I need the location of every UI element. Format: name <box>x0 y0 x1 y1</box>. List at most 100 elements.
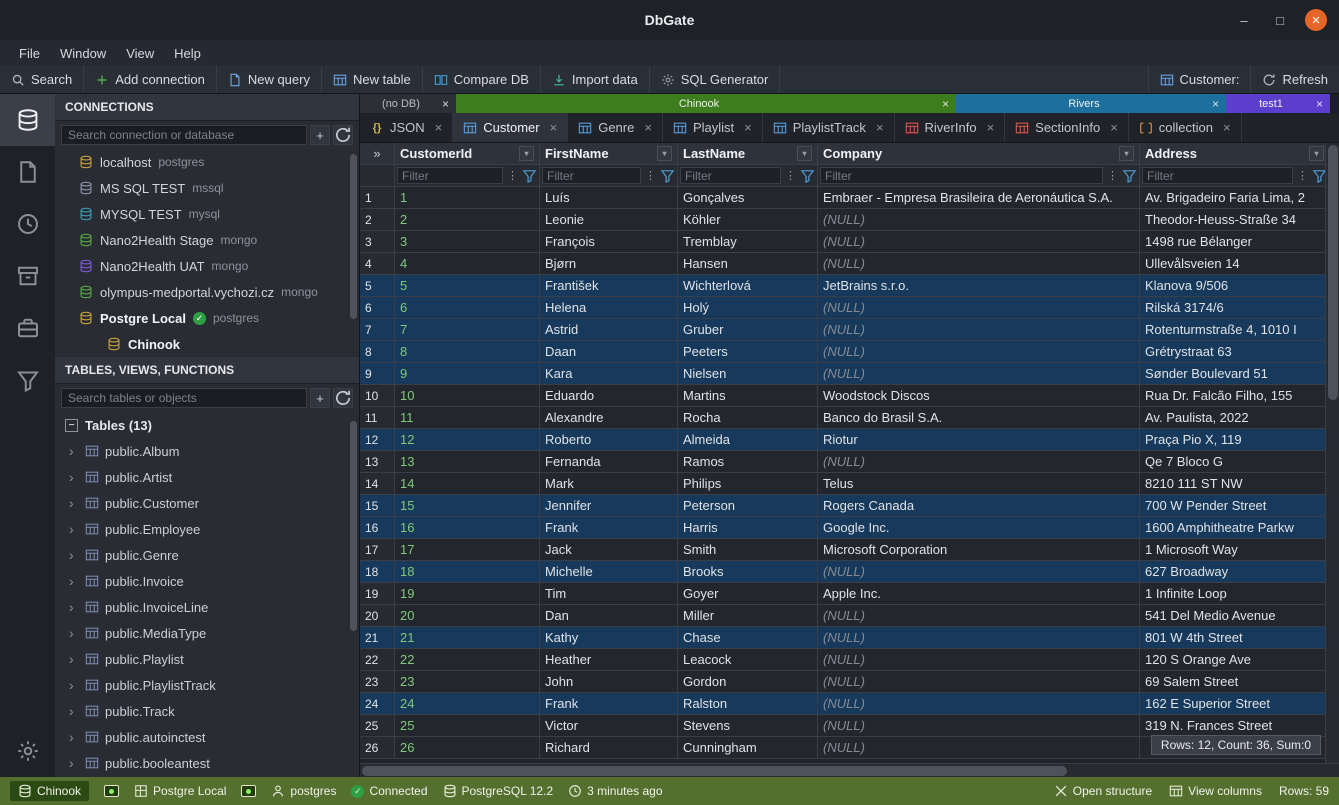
table-row[interactable]: 1515JenniferPetersonRogers Canada700 W P… <box>360 495 1325 517</box>
menu-file[interactable]: File <box>10 43 49 64</box>
cell-customerid[interactable]: 7 <box>395 319 540 341</box>
cell-address[interactable]: Klanova 9/506 <box>1140 275 1325 297</box>
table-item-public-employee[interactable]: ›public.Employee <box>55 516 359 542</box>
maximize-button[interactable]: □ <box>1269 9 1291 31</box>
cell-customerid[interactable]: 21 <box>395 627 540 649</box>
cell-lastname[interactable]: Peeters <box>678 341 818 363</box>
filter-input-address[interactable] <box>1142 167 1293 184</box>
cell-lastname[interactable]: Stevens <box>678 715 818 737</box>
sql-generator-button[interactable]: SQL Generator <box>650 66 781 93</box>
tab-riverinfo[interactable]: RiverInfo× <box>895 113 1006 142</box>
filter-input-customerid[interactable] <box>397 167 503 184</box>
add-object-plus-icon[interactable]: + <box>310 388 330 408</box>
status-monitor-icon[interactable] <box>104 785 119 797</box>
cell-lastname[interactable]: Holý <box>678 297 818 319</box>
table-item-public-booleantest[interactable]: ›public.booleantest <box>55 750 359 776</box>
funnel-icon[interactable] <box>1122 168 1137 183</box>
close-icon[interactable]: × <box>744 120 752 135</box>
cell-firstname[interactable]: Roberto <box>540 429 678 451</box>
plugins-nav-icon[interactable] <box>0 302 55 354</box>
connection-item-olympus-medportal-vychozi-cz[interactable]: olympus-medportal.vychozi.czmongo <box>55 279 359 305</box>
table-row[interactable]: 1010EduardoMartinsWoodstock DiscosRua Dr… <box>360 385 1325 407</box>
customer-button[interactable]: Customer: <box>1148 66 1251 93</box>
refresh-connections-icon[interactable] <box>333 125 353 145</box>
cell-company[interactable]: JetBrains s.r.o. <box>818 275 1140 297</box>
cell-address[interactable]: Grétrystraat 63 <box>1140 341 1325 363</box>
cell-address[interactable]: Rotenturmstraße 4, 1010 I <box>1140 319 1325 341</box>
add-connection-button[interactable]: Add connection <box>84 66 217 93</box>
cell-customerid[interactable]: 8 <box>395 341 540 363</box>
cell-company[interactable]: (NULL) <box>818 297 1140 319</box>
cell-firstname[interactable]: Bjørn <box>540 253 678 275</box>
table-row[interactable]: 88DaanPeeters(NULL)Grétrystraat 63 <box>360 341 1325 363</box>
cell-lastname[interactable]: Martins <box>678 385 818 407</box>
grid-horizontal-scrollbar[interactable] <box>360 763 1339 777</box>
connections-search-input[interactable] <box>61 125 307 145</box>
table-item-public-autoinctest[interactable]: ›public.autoinctest <box>55 724 359 750</box>
refresh-tables-icon[interactable] <box>333 388 353 408</box>
table-row[interactable]: 2424FrankRalston(NULL)162 E Superior Str… <box>360 693 1325 715</box>
cell-company[interactable]: (NULL) <box>818 451 1140 473</box>
cell-lastname[interactable]: Nielsen <box>678 363 818 385</box>
cell-lastname[interactable]: Tremblay <box>678 231 818 253</box>
kebab-icon[interactable]: ⋮ <box>783 168 798 183</box>
cell-company[interactable]: Rogers Canada <box>818 495 1140 517</box>
table-row[interactable]: 1111AlexandreRochaBanco do Brasil S.A.Av… <box>360 407 1325 429</box>
cell-address[interactable]: Rilská 3174/6 <box>1140 297 1325 319</box>
cell-customerid[interactable]: 3 <box>395 231 540 253</box>
cell-lastname[interactable]: Almeida <box>678 429 818 451</box>
cell-lastname[interactable]: Gruber <box>678 319 818 341</box>
cell-lastname[interactable]: Brooks <box>678 561 818 583</box>
close-icon[interactable]: × <box>876 120 884 135</box>
cell-firstname[interactable]: Heather <box>540 649 678 671</box>
cell-customerid[interactable]: 20 <box>395 605 540 627</box>
cell-firstname[interactable]: Alexandre <box>540 407 678 429</box>
connections-nav-icon[interactable] <box>0 94 55 146</box>
cell-customerid[interactable]: 13 <box>395 451 540 473</box>
cell-address[interactable]: Qe 7 Bloco G <box>1140 451 1325 473</box>
cell-firstname[interactable]: Frank <box>540 693 678 715</box>
table-item-public-playlisttrack[interactable]: ›public.PlaylistTrack <box>55 672 359 698</box>
status-monitor-icon[interactable] <box>241 785 256 797</box>
column-header-lastname[interactable]: LastName▾ <box>678 143 818 165</box>
cell-lastname[interactable]: Goyer <box>678 583 818 605</box>
cell-customerid[interactable]: 1 <box>395 187 540 209</box>
minimize-button[interactable]: – <box>1233 9 1255 31</box>
table-item-public-mediatype[interactable]: ›public.MediaType <box>55 620 359 646</box>
cell-customerid[interactable]: 15 <box>395 495 540 517</box>
funnel-icon[interactable] <box>1312 168 1325 183</box>
grid-hscroll-thumb[interactable] <box>362 766 1067 776</box>
cell-company[interactable]: (NULL) <box>818 649 1140 671</box>
table-row[interactable]: 2323JohnGordon(NULL)69 Salem Street <box>360 671 1325 693</box>
tables-group[interactable]: − Tables (13) <box>55 412 359 438</box>
tab-sectioninfo[interactable]: SectionInfo× <box>1005 113 1129 142</box>
files-nav-icon[interactable] <box>0 146 55 198</box>
cell-lastname[interactable]: Rocha <box>678 407 818 429</box>
menu-window[interactable]: Window <box>51 43 115 64</box>
close-icon[interactable]: × <box>1223 120 1231 135</box>
cell-company[interactable]: (NULL) <box>818 693 1140 715</box>
table-item-public-artist[interactable]: ›public.Artist <box>55 464 359 490</box>
kebab-icon[interactable]: ⋮ <box>505 168 520 183</box>
column-header-customerid[interactable]: CustomerId▾ <box>395 143 540 165</box>
cell-lastname[interactable]: Gonçalves <box>678 187 818 209</box>
cell-company[interactable]: (NULL) <box>818 209 1140 231</box>
close-button[interactable]: × <box>1305 9 1327 31</box>
cell-company[interactable]: (NULL) <box>818 627 1140 649</box>
connection-item-postgre-local[interactable]: Postgre Local✓postgres <box>55 305 359 331</box>
connection-item-nano2health-stage[interactable]: Nano2Health Stagemongo <box>55 227 359 253</box>
table-row[interactable]: 44BjørnHansen(NULL)Ullevålsveien 14 <box>360 253 1325 275</box>
cell-firstname[interactable]: John <box>540 671 678 693</box>
tables-scrollbar[interactable] <box>350 421 357 631</box>
cell-customerid[interactable]: 18 <box>395 561 540 583</box>
connection-item-localhost[interactable]: localhostpostgres <box>55 149 359 175</box>
cell-address[interactable]: Sønder Boulevard 51 <box>1140 363 1325 385</box>
status-postgresql-12-2[interactable]: PostgreSQL 12.2 <box>443 784 554 798</box>
connection-item-nano2health-uat[interactable]: Nano2Health UATmongo <box>55 253 359 279</box>
connection-item-ms-sql-test[interactable]: MS SQL TESTmssql <box>55 175 359 201</box>
connections-scrollbar[interactable] <box>350 154 357 319</box>
cell-customerid[interactable]: 25 <box>395 715 540 737</box>
cell-firstname[interactable]: Jennifer <box>540 495 678 517</box>
filter-input-lastname[interactable] <box>680 167 781 184</box>
close-icon[interactable]: × <box>550 120 558 135</box>
